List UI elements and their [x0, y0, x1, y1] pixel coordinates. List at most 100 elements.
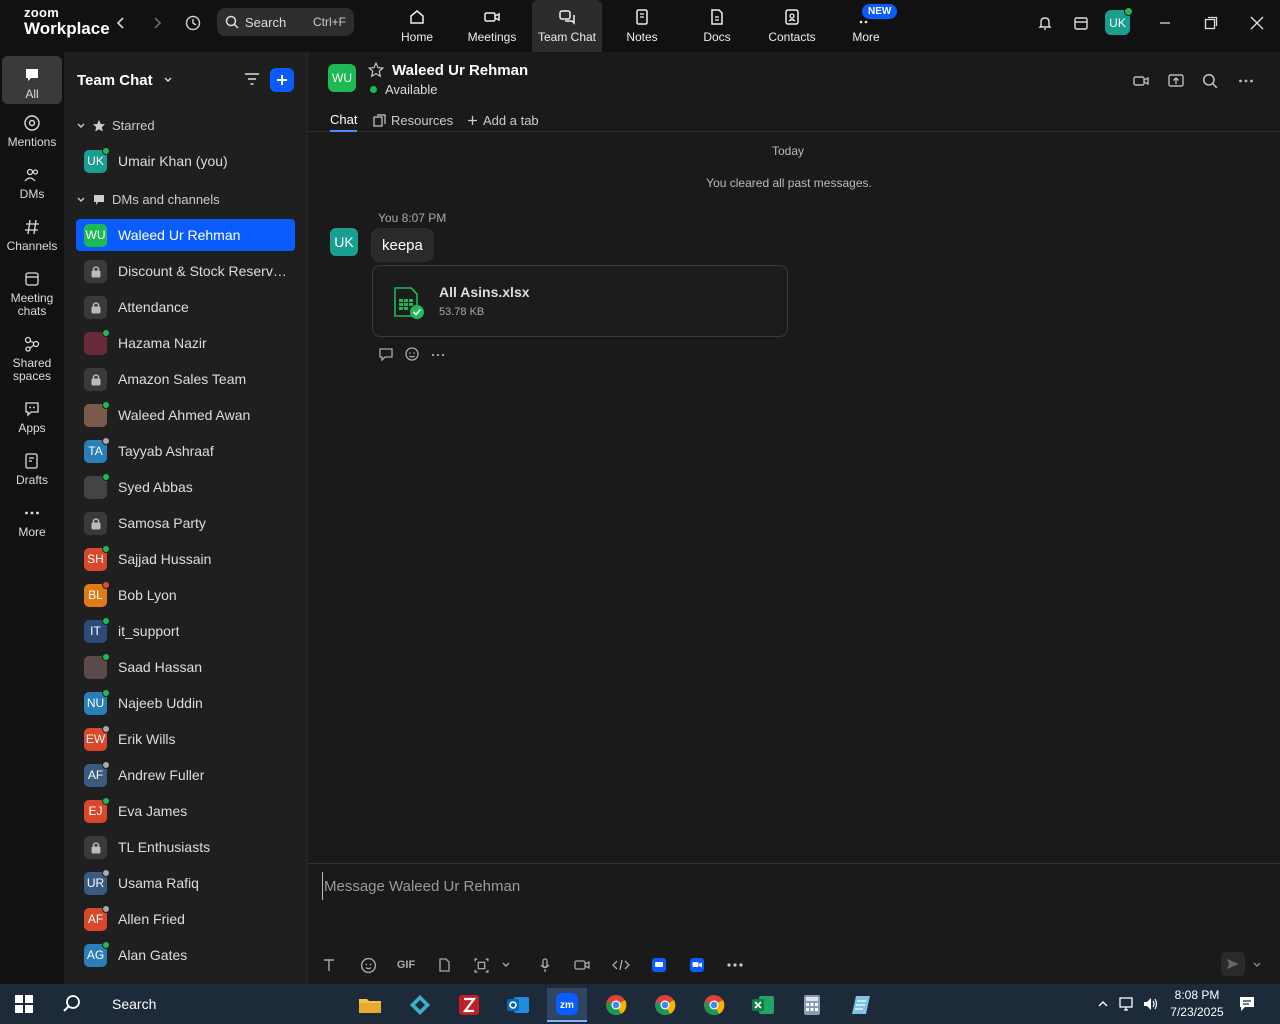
file-explorer-icon[interactable]	[350, 988, 390, 1022]
restore-icon[interactable]	[1200, 12, 1222, 34]
sender-avatar[interactable]: UK	[330, 228, 358, 256]
rail-item-drafts[interactable]: Drafts	[2, 452, 62, 487]
contact-name[interactable]: Waleed Ur Rehman	[392, 62, 528, 79]
dm-list-item[interactable]: EW Erik Wills	[76, 723, 295, 755]
dm-list-item[interactable]: TA Tayyab Ashraaf	[76, 435, 295, 467]
ellipsis-icon[interactable]	[430, 346, 446, 362]
dm-list-item[interactable]: AF Andrew Fuller	[76, 759, 295, 791]
bell-icon[interactable]	[1034, 12, 1056, 34]
tab-add[interactable]: Add a tab	[467, 108, 539, 132]
chrome-profile-3-icon[interactable]	[694, 988, 734, 1022]
filezilla-icon[interactable]	[449, 988, 489, 1022]
video-call-icon[interactable]	[1130, 70, 1152, 92]
dm-list-item[interactable]: WU Waleed Ur Rehman	[76, 219, 295, 251]
dm-list-item[interactable]: BL Bob Lyon	[76, 579, 295, 611]
search-icon[interactable]	[1199, 70, 1221, 92]
minimize-icon[interactable]	[1154, 12, 1176, 34]
app-blue-video-icon[interactable]	[686, 954, 708, 976]
dms-section-header[interactable]: DMs and channels	[76, 192, 220, 207]
emoji-icon[interactable]	[357, 954, 379, 976]
volume-icon[interactable]	[1141, 994, 1161, 1014]
nav-docs[interactable]: Docs	[682, 0, 752, 52]
dm-list-item[interactable]: IT it_support	[76, 615, 295, 647]
list-title[interactable]: Team Chat	[77, 72, 173, 89]
back-arrow-icon[interactable]	[110, 12, 132, 34]
dm-list-item[interactable]: Saad Hassan	[76, 651, 295, 683]
taskbar-clock[interactable]: 8:08 PM 7/23/2025	[1166, 987, 1228, 1021]
dm-list-item[interactable]: SH Sajjad Hussain	[76, 543, 295, 575]
code-snippet-icon[interactable]	[610, 954, 632, 976]
rail-item-apps[interactable]: Apps	[2, 400, 62, 435]
nav-contacts[interactable]: Contacts	[757, 0, 827, 52]
excel-icon[interactable]	[743, 988, 783, 1022]
forward-arrow-icon[interactable]	[146, 12, 168, 34]
chrome-icon[interactable]	[596, 988, 636, 1022]
outlook-icon[interactable]	[498, 988, 538, 1022]
message-input[interactable]	[322, 872, 1222, 900]
dm-list-item[interactable]: NU Najeeb Uddin	[76, 687, 295, 719]
dm-list-item[interactable]: AG Alan Gates	[76, 939, 295, 971]
filter-icon[interactable]	[243, 70, 261, 93]
user-avatar[interactable]: UK	[1105, 7, 1133, 35]
calendar-icon[interactable]	[1070, 12, 1092, 34]
taskbar-search[interactable]: Search	[56, 984, 156, 1024]
dm-list-item[interactable]: TL Enthusiasts	[76, 831, 295, 863]
rail-item-mentions[interactable]: Mentions	[2, 114, 62, 149]
gif-button[interactable]: GIF	[395, 954, 417, 976]
nav-home[interactable]: Home	[382, 0, 452, 52]
app-diamond-icon[interactable]	[400, 988, 440, 1022]
more-options-icon[interactable]	[1235, 70, 1257, 92]
starred-item[interactable]: UK Umair Khan (you)	[76, 145, 295, 177]
rail-item-shared-spaces[interactable]: Shared spaces	[2, 335, 62, 383]
rail-item-dms[interactable]: DMs	[2, 166, 62, 201]
rail-item-all[interactable]: All	[2, 56, 62, 104]
more-tools-icon[interactable]	[724, 954, 746, 976]
notification-center-icon[interactable]	[1237, 994, 1257, 1014]
emoji-react-icon[interactable]	[404, 346, 420, 362]
rail-item-more[interactable]: More	[2, 504, 62, 539]
dm-list-item[interactable]: EJ Eva James	[76, 795, 295, 827]
network-icon[interactable]	[1117, 994, 1137, 1014]
dm-list-item[interactable]: Discount & Stock Reservati...	[76, 255, 295, 287]
text-format-icon[interactable]	[318, 954, 340, 976]
starred-section-header[interactable]: Starred	[76, 118, 155, 133]
dm-list-item[interactable]: AF Allen Fried	[76, 903, 295, 935]
tab-resources[interactable]: Resources	[373, 108, 453, 132]
dm-list-item[interactable]: Amazon Sales Team	[76, 363, 295, 395]
app-blue-chat-icon[interactable]	[648, 954, 670, 976]
rail-item-channels[interactable]: Channels	[2, 218, 62, 253]
screenshot-icon[interactable]	[470, 954, 492, 976]
send-button[interactable]	[1221, 952, 1245, 976]
search-box[interactable]: Search Ctrl+F	[217, 8, 354, 36]
windows-start-icon[interactable]	[14, 994, 34, 1014]
dm-list-item[interactable]: Waleed Ahmed Awan	[76, 399, 295, 431]
dm-list-item[interactable]: UR Usama Rafiq	[76, 867, 295, 899]
file-attachment[interactable]: All Asins.xlsx 53.78 KB	[372, 265, 788, 337]
dm-list-item[interactable]: Syed Abbas	[76, 471, 295, 503]
tray-chevron-up-icon[interactable]	[1093, 994, 1113, 1014]
tab-chat[interactable]: Chat	[330, 108, 358, 132]
video-message-icon[interactable]	[571, 954, 593, 976]
calculator-icon[interactable]	[792, 988, 832, 1022]
history-icon[interactable]	[182, 12, 204, 34]
star-outline-icon[interactable]	[367, 61, 385, 82]
zoom-taskbar-icon[interactable]: zm	[547, 988, 587, 1022]
attach-file-icon[interactable]	[433, 954, 455, 976]
add-chat-button[interactable]	[270, 68, 294, 92]
nav-notes[interactable]: Notes	[607, 0, 677, 52]
close-icon[interactable]	[1246, 12, 1268, 34]
notepad-icon[interactable]	[841, 988, 881, 1022]
microphone-icon[interactable]	[534, 954, 556, 976]
dm-list-item[interactable]: Attendance	[76, 291, 295, 323]
nav-team-chat[interactable]: Team Chat	[532, 0, 602, 52]
chrome-profile-2-icon[interactable]	[645, 988, 685, 1022]
nav-meetings[interactable]: Meetings	[457, 0, 527, 52]
contact-avatar[interactable]: WU	[328, 64, 356, 92]
dm-list-item[interactable]: Samosa Party	[76, 507, 295, 539]
chevron-down-icon[interactable]	[1246, 954, 1268, 976]
share-screen-icon[interactable]	[1165, 70, 1187, 92]
chevron-down-icon[interactable]	[495, 954, 517, 976]
rail-item-meeting-chats[interactable]: Meeting chats	[2, 270, 62, 318]
dm-list-item[interactable]: Hazama Nazir	[76, 327, 295, 359]
message-bubble[interactable]: keepa	[371, 228, 434, 262]
